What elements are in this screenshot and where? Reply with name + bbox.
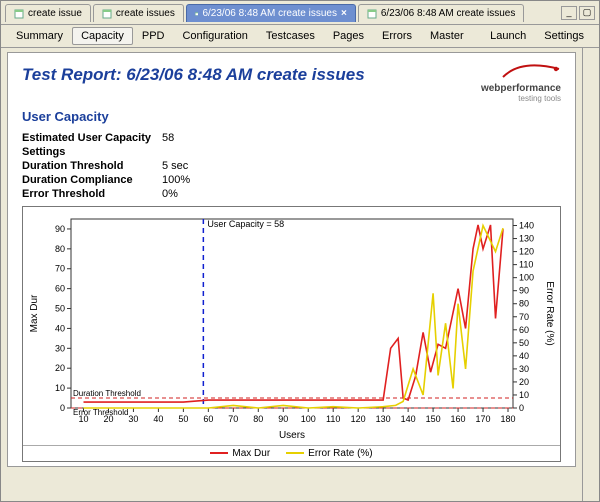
svg-text:140: 140 <box>401 414 416 424</box>
svg-text:10: 10 <box>519 390 529 400</box>
svg-text:70: 70 <box>55 264 65 274</box>
svg-text:70: 70 <box>228 414 238 424</box>
summary-key: Duration Threshold <box>22 160 162 172</box>
svg-text:40: 40 <box>153 414 163 424</box>
document-tab-label: create issue <box>28 8 82 19</box>
summary-key: Estimated User Capacity <box>22 132 162 144</box>
summary-value: 100% <box>162 174 202 186</box>
svg-text:60: 60 <box>519 325 529 335</box>
svg-text:60: 60 <box>55 284 65 294</box>
svg-text:40: 40 <box>55 323 65 333</box>
svg-text:50: 50 <box>519 338 529 348</box>
svg-text:20: 20 <box>55 363 65 373</box>
svg-text:Users: Users <box>279 430 305 441</box>
toolbar-tab-master[interactable]: Master <box>421 27 473 45</box>
summary-key: Settings <box>22 146 162 158</box>
chart-canvas: 1020304050607080901001101201301401501601… <box>23 207 555 442</box>
svg-text:110: 110 <box>326 414 340 424</box>
summary-value <box>162 146 202 158</box>
svg-text:130: 130 <box>376 414 391 424</box>
svg-text:30: 30 <box>128 414 138 424</box>
toolbar-tab-errors[interactable]: Errors <box>373 27 421 45</box>
svg-text:120: 120 <box>519 246 534 256</box>
svg-text:140: 140 <box>519 220 534 230</box>
report-panel: Test Report: 6/23/06 8:48 AM create issu… <box>7 52 576 467</box>
capacity-chart: 1020304050607080901001101201301401501601… <box>22 206 561 462</box>
logo-main-text: webperformance <box>481 83 561 94</box>
svg-text:150: 150 <box>426 414 441 424</box>
summary-value: 0% <box>162 188 202 200</box>
svg-text:30: 30 <box>55 343 65 353</box>
svg-text:User Capacity = 58: User Capacity = 58 <box>207 219 284 229</box>
document-tab-2[interactable]: 6/23/06 8:48 AM create issues × <box>186 4 356 22</box>
summary-key: Duration Compliance <box>22 174 162 186</box>
svg-text:20: 20 <box>519 377 529 387</box>
legend-item-error-rate: Error Rate (%) <box>286 448 372 459</box>
svg-text:40: 40 <box>519 351 529 361</box>
svg-text:Error Rate (%): Error Rate (%) <box>544 281 555 345</box>
svg-text:80: 80 <box>253 414 263 424</box>
svg-text:50: 50 <box>55 303 65 313</box>
svg-text:Duration Threshold: Duration Threshold <box>73 389 141 398</box>
legend-item-max-dur: Max Dur <box>210 448 270 459</box>
svg-text:Error Threshold: Error Threshold <box>73 408 128 417</box>
svg-text:110: 110 <box>519 260 533 270</box>
svg-text:10: 10 <box>55 383 65 393</box>
report-title: Test Report: 6/23/06 8:48 AM create issu… <box>22 65 365 85</box>
svg-text:60: 60 <box>203 414 213 424</box>
swoosh-icon <box>501 63 561 81</box>
close-icon[interactable]: × <box>341 8 347 19</box>
toolbar-tab-pages[interactable]: Pages <box>324 27 373 45</box>
capacity-summary: Estimated User Capacity58Settings Duratio… <box>22 132 561 200</box>
toolbar-action-settings[interactable]: Settings <box>535 27 593 45</box>
summary-value: 5 sec <box>162 160 202 172</box>
svg-text:0: 0 <box>519 403 524 413</box>
summary-value: 58 <box>162 132 202 144</box>
svg-text:30: 30 <box>519 364 529 374</box>
brand-logo: webperformance testing tools <box>481 63 561 103</box>
svg-text:100: 100 <box>301 414 316 424</box>
svg-text:90: 90 <box>55 224 65 234</box>
document-tab-label: 6/23/06 8:48 AM create issues <box>381 8 516 19</box>
svg-text:70: 70 <box>519 312 529 322</box>
svg-text:90: 90 <box>278 414 288 424</box>
chart-legend: Max Dur Error Rate (%) <box>23 445 560 461</box>
toolbar-tab-capacity[interactable]: Capacity <box>72 27 133 45</box>
document-tab-strip: create issue create issues 6/23/06 8:48 AM… <box>1 1 599 25</box>
toolbar-tab-summary[interactable]: Summary <box>7 27 72 45</box>
vertical-scrollbar[interactable] <box>582 48 599 501</box>
svg-text:Max Dur: Max Dur <box>29 294 40 332</box>
svg-text:80: 80 <box>55 244 65 254</box>
minimize-button[interactable]: _ <box>561 6 577 20</box>
document-tab-1[interactable]: create issues <box>93 4 184 22</box>
summary-key: Error Threshold <box>22 188 162 200</box>
svg-text:130: 130 <box>519 233 534 243</box>
svg-text:120: 120 <box>351 414 366 424</box>
svg-text:100: 100 <box>519 273 534 283</box>
section-title: User Capacity <box>22 109 561 124</box>
document-tab-0[interactable]: create issue <box>5 4 91 22</box>
app-window: create issue create issues 6/23/06 8:48 AM… <box>0 0 600 502</box>
toolbar-tab-configuration[interactable]: Configuration <box>173 27 256 45</box>
svg-text:170: 170 <box>476 414 491 424</box>
window-sys-buttons: _ ▢ <box>561 6 595 20</box>
document-tab-label: 6/23/06 8:48 AM create issues <box>202 8 337 19</box>
svg-text:80: 80 <box>519 299 529 309</box>
view-toolbar: SummaryCapacityPPDConfigurationTestcases… <box>1 25 599 48</box>
logo-sub-text: testing tools <box>481 94 561 103</box>
document-tab-3[interactable]: 6/23/06 8:48 AM create issues <box>358 4 525 22</box>
document-tab-label: create issues <box>116 8 175 19</box>
maximize-button[interactable]: ▢ <box>579 6 595 20</box>
svg-text:50: 50 <box>178 414 188 424</box>
svg-text:180: 180 <box>500 414 515 424</box>
toolbar-tab-ppd[interactable]: PPD <box>133 27 174 45</box>
toolbar-tab-testcases[interactable]: Testcases <box>257 27 324 45</box>
svg-text:90: 90 <box>519 286 529 296</box>
svg-text:160: 160 <box>451 414 466 424</box>
svg-text:0: 0 <box>60 403 65 413</box>
toolbar-action-launch[interactable]: Launch <box>481 27 535 45</box>
